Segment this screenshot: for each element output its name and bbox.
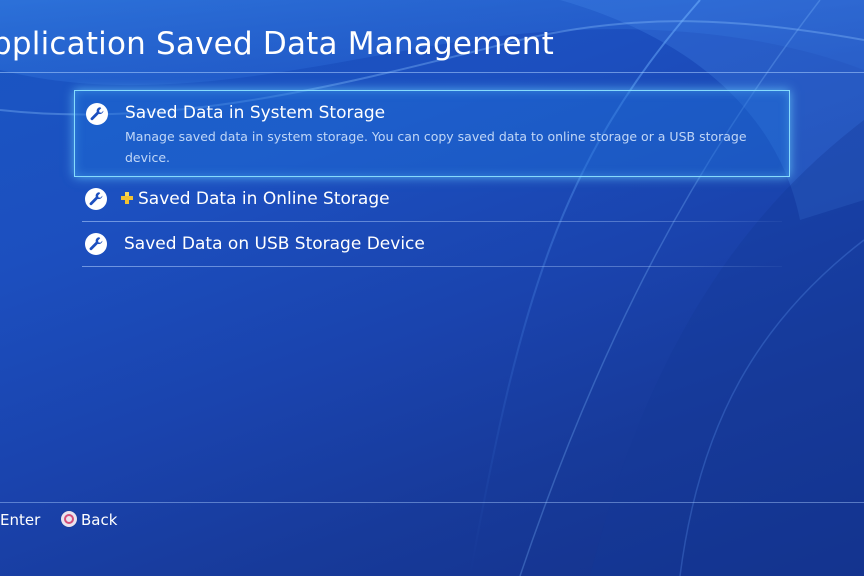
menu-item-description: Manage saved data in system storage. You… [125, 129, 747, 165]
screen: pplication Saved Data Management Saved D… [0, 0, 864, 576]
ps-plus-icon [121, 192, 133, 204]
wrench-icon [86, 103, 108, 125]
title-divider [0, 72, 864, 73]
wrench-icon [85, 233, 107, 255]
menu-item-label: Saved Data on USB Storage Device [124, 234, 425, 254]
page-title: pplication Saved Data Management [0, 26, 554, 62]
background-waves [0, 0, 864, 576]
enter-hint: Enter [0, 511, 41, 529]
menu-item-usb-storage[interactable]: Saved Data on USB Storage Device [74, 223, 790, 267]
menu-item-label-row: Saved Data in Online Storage [121, 189, 390, 209]
menu-item-label: Saved Data in System Storage [125, 103, 386, 123]
footer-divider [0, 502, 864, 503]
menu-item-system-storage[interactable]: Saved Data in System Storage Manage save… [74, 90, 790, 177]
menu-item-label: Saved Data in Online Storage [138, 189, 390, 209]
menu-item-online-storage[interactable]: Saved Data in Online Storage [74, 178, 790, 222]
wrench-icon [85, 188, 107, 210]
circle-button-icon [61, 511, 77, 527]
back-hint[interactable]: Back [81, 511, 117, 529]
